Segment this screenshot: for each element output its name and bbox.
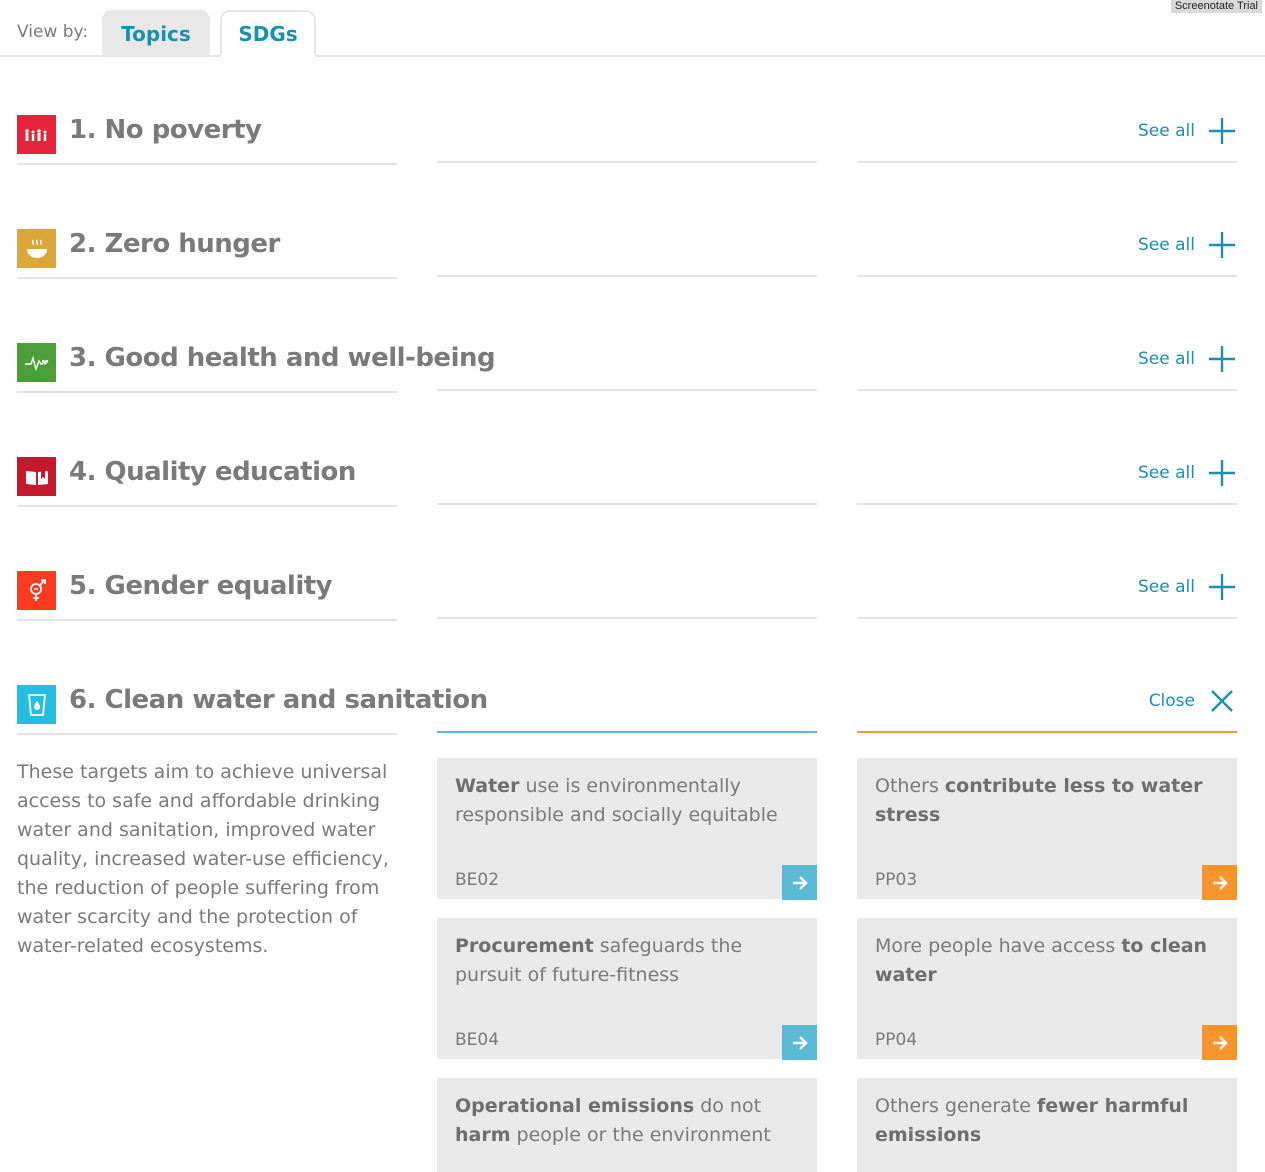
sdg-title[interactable]: 5. Gender equality [69, 571, 333, 601]
divider [857, 617, 1237, 619]
see-all-label: See all [1138, 235, 1195, 255]
sdg-row-2: 2. Zero hunger See all [0, 218, 1265, 332]
target-card[interactable]: Others generate fewer harmful emissions [857, 1078, 1237, 1172]
divider [17, 391, 397, 393]
see-all-label: See all [1138, 121, 1195, 141]
divider [437, 617, 817, 619]
gender-icon [17, 571, 56, 610]
target-card[interactable]: Procurement safeguards the pursuit of fu… [437, 918, 817, 1060]
see-all-button[interactable]: See all [1138, 572, 1237, 602]
card-title: Operational emissions do not harm people… [455, 1095, 771, 1146]
see-all-button[interactable]: See all [1138, 230, 1237, 260]
divider [437, 503, 817, 505]
arrow-right-icon[interactable] [782, 1025, 817, 1060]
sdg-title[interactable]: 1. No poverty [69, 115, 262, 145]
divider [17, 619, 397, 621]
book-icon [17, 457, 56, 496]
arrow-right-icon[interactable] [1202, 865, 1237, 900]
tab-topics[interactable]: Topics [102, 10, 210, 57]
divider-orange [857, 731, 1237, 733]
close-button[interactable]: Close [1149, 686, 1237, 716]
sdg-row-5: 5. Gender equality See all [0, 560, 1265, 674]
divider [857, 503, 1237, 505]
sdg-title[interactable]: 4. Quality education [69, 457, 356, 487]
view-by-label: View by: [17, 22, 89, 42]
divider [17, 733, 397, 735]
arrow-right-icon[interactable] [1202, 1025, 1237, 1060]
see-all-label: See all [1138, 463, 1195, 483]
divider [857, 389, 1237, 391]
view-by-bar: View by: Topics SDGs [0, 0, 1265, 57]
divider [857, 275, 1237, 277]
divider [17, 277, 397, 279]
sdg-title[interactable]: 6. Clean water and sanitation [69, 685, 488, 715]
plus-icon [1209, 232, 1235, 258]
card-title: Others contribute less to water stress [875, 775, 1203, 826]
target-card[interactable]: Operational emissions do not harm people… [437, 1078, 817, 1172]
close-icon [1211, 690, 1233, 712]
divider-blue [437, 731, 817, 733]
card-title: Others generate fewer harmful emissions [875, 1095, 1189, 1146]
target-card[interactable]: More people have access to clean water P… [857, 918, 1237, 1060]
sdg-title[interactable]: 3. Good health and well-being [69, 343, 496, 373]
see-all-label: See all [1138, 349, 1195, 369]
heartbeat-icon [17, 343, 56, 382]
card-code: BE04 [455, 1030, 500, 1050]
plus-icon [1209, 118, 1235, 144]
see-all-label: See all [1138, 577, 1195, 597]
tab-sdgs[interactable]: SDGs [220, 10, 316, 57]
arrow-right-icon[interactable] [782, 865, 817, 900]
plus-icon [1209, 460, 1235, 486]
sdg-row-1: 1. No poverty See all [0, 104, 1265, 218]
card-title: Water use is environmentally responsible… [455, 775, 778, 826]
divider [857, 161, 1237, 163]
see-all-button[interactable]: See all [1138, 344, 1237, 374]
target-card[interactable]: Others contribute less to water stress P… [857, 758, 1237, 900]
card-code: PP03 [875, 870, 918, 890]
divider [437, 389, 817, 391]
divider [437, 275, 817, 277]
card-code: BE02 [455, 870, 500, 890]
people-icon [17, 115, 56, 154]
sdg-row-4: 4. Quality education See all [0, 446, 1265, 560]
card-title: Procurement safeguards the pursuit of fu… [455, 935, 743, 986]
water-glass-icon [17, 685, 56, 724]
bowl-icon [17, 229, 56, 268]
divider [17, 505, 397, 507]
target-card[interactable]: Water use is environmentally responsible… [437, 758, 817, 900]
divider [437, 161, 817, 163]
card-code: PP04 [875, 1030, 918, 1050]
sdg-description: These targets aim to achieve universal a… [17, 761, 389, 957]
sdg-row-3: 3. Good health and well-being See all [0, 332, 1265, 446]
sdg-title[interactable]: 2. Zero hunger [69, 229, 280, 259]
plus-icon [1209, 346, 1235, 372]
see-all-button[interactable]: See all [1138, 116, 1237, 146]
plus-icon [1209, 574, 1235, 600]
card-title: More people have access to clean water [875, 935, 1208, 986]
divider [17, 163, 397, 165]
see-all-button[interactable]: See all [1138, 458, 1237, 488]
close-label: Close [1148, 691, 1195, 711]
